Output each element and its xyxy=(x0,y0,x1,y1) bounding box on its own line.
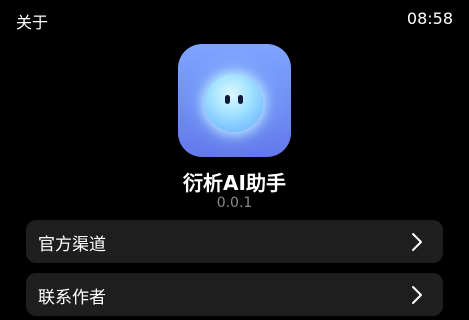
contact-author-label: 联系作者 xyxy=(38,288,106,308)
contact-author-item[interactable]: 联系作者 xyxy=(26,273,443,316)
official-channels-label: 官方渠道 xyxy=(38,235,106,255)
clock: 08:58 xyxy=(406,9,453,28)
left-eye xyxy=(225,95,230,104)
chevron-right-icon xyxy=(412,233,422,251)
ai-assistant-orb-icon xyxy=(178,44,291,157)
official-channels-item[interactable]: 官方渠道 xyxy=(26,220,443,263)
orb-face xyxy=(205,74,263,132)
about-screen: 关于 08:58 衍析AI助手 0.0.1 官方渠道 联系作者 xyxy=(0,0,469,320)
status-bar: 关于 08:58 xyxy=(0,0,469,36)
chevron-right-icon xyxy=(412,286,422,304)
page-title: 关于 xyxy=(16,13,49,32)
app-name: 衍析AI助手 xyxy=(183,171,286,195)
app-version: 0.0.1 xyxy=(216,195,253,211)
right-eye xyxy=(238,95,243,104)
